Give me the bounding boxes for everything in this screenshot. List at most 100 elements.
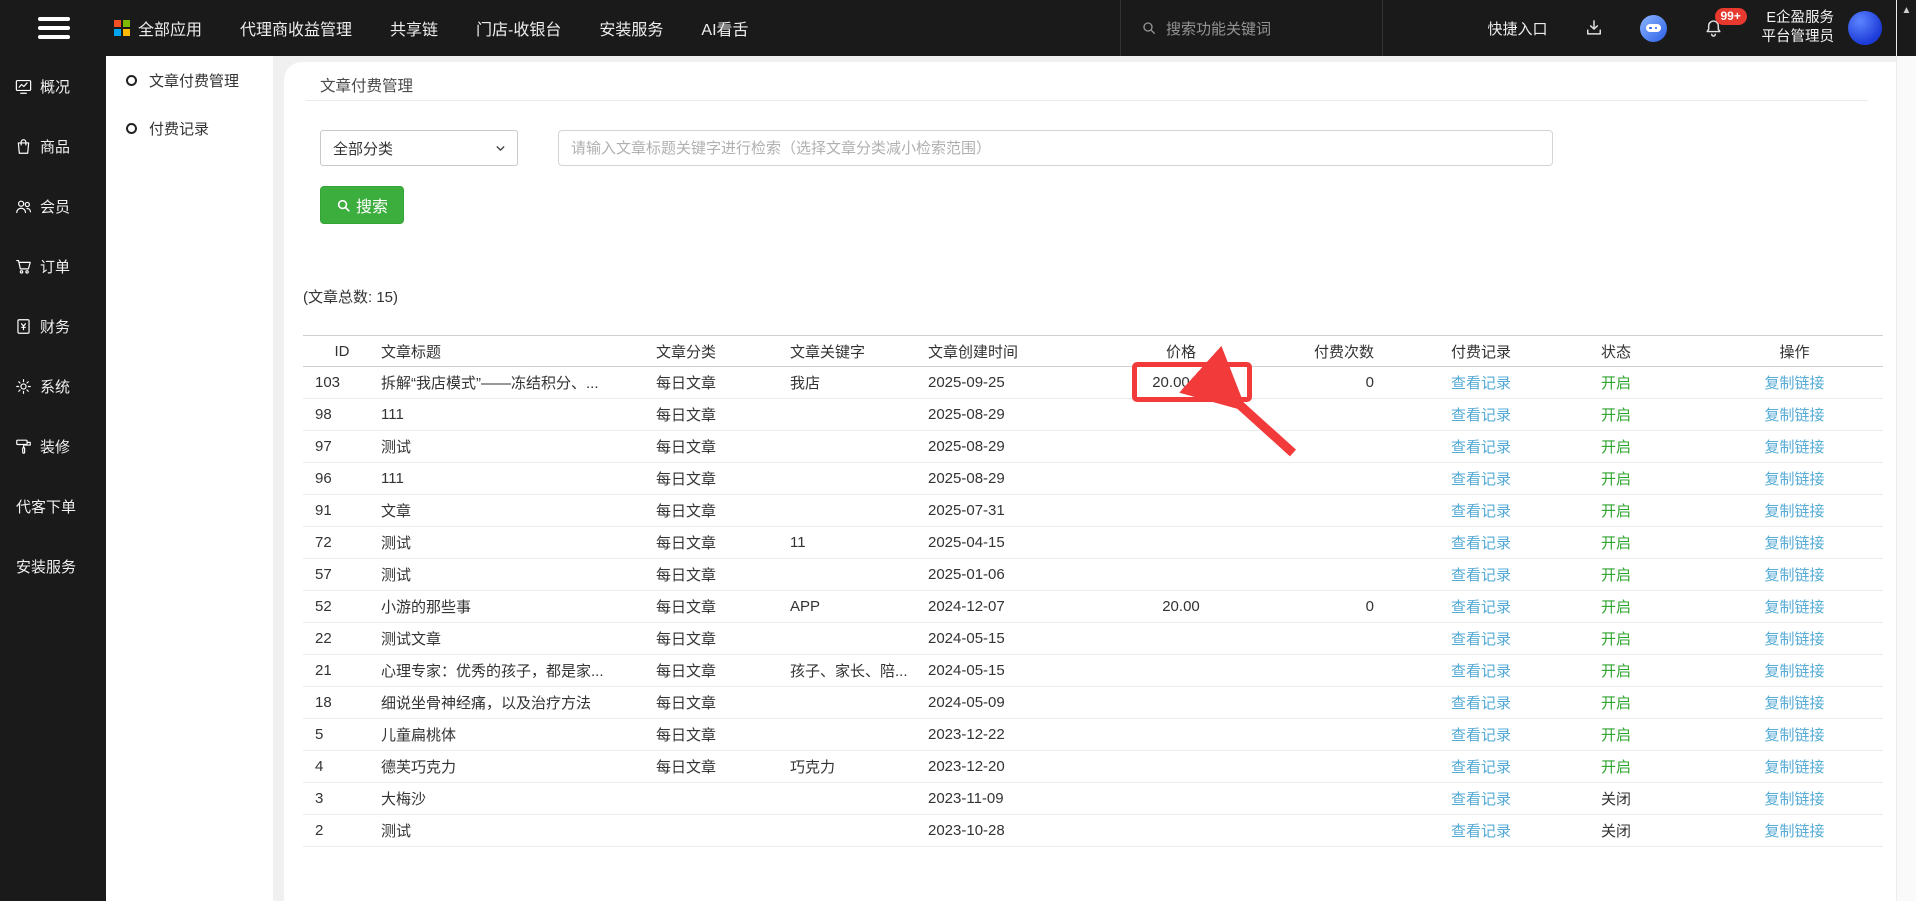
cell-id: 103 — [303, 367, 381, 399]
copy-link-action[interactable]: 复制链接 — [1764, 599, 1824, 616]
sidebar-item-3[interactable]: 会员 — [0, 176, 106, 236]
table-row: 3大梅沙2023-11-09查看记录关闭复制链接 — [303, 783, 1883, 815]
view-record-link[interactable]: 查看记录 — [1451, 663, 1511, 680]
sidebar-item-8[interactable]: 代客下单 — [0, 476, 106, 536]
cell-price — [1106, 527, 1256, 559]
nav-item-1[interactable]: 代理商收益管理 — [240, 16, 352, 40]
cell-price — [1106, 687, 1256, 719]
copy-link-action[interactable]: 复制链接 — [1764, 407, 1824, 424]
submenu-item-1[interactable]: 文章付费管理 — [106, 56, 273, 104]
copy-link-action[interactable]: 复制链接 — [1764, 663, 1824, 680]
copy-link-action[interactable]: 复制链接 — [1764, 375, 1824, 392]
view-record-link[interactable]: 查看记录 — [1451, 407, 1511, 424]
sidebar-item-2[interactable]: 商品 — [0, 116, 106, 176]
sidebar-item-5[interactable]: 财务 — [0, 296, 106, 356]
cell-title: 测试文章 — [381, 623, 656, 655]
cell-record: 查看记录 — [1406, 751, 1556, 783]
quick-entry-link[interactable]: 快捷入口 — [1487, 18, 1547, 39]
cell-category: 每日文章 — [656, 623, 790, 655]
content-panel: 文章付费管理 全部分类 搜索 (文章总数: 15) ID文章标题文章分类文章关键… — [284, 62, 1896, 901]
nav-item-5[interactable]: AI看舌 — [701, 16, 748, 40]
cell-keyword — [790, 623, 928, 655]
cell-created: 2024-12-07 — [928, 591, 1106, 623]
article-table-body: 103拆解“我店模式”——冻结积分、...每日文章我店2025-09-2520.… — [303, 367, 1883, 847]
scrollbar-up-arrow[interactable]: ▲ — [1902, 5, 1912, 56]
cell-title: 拆解“我店模式”——冻结积分、... — [381, 367, 656, 399]
cell-category: 每日文章 — [656, 559, 790, 591]
nav-item-all-apps[interactable]: 全部应用 — [114, 16, 202, 40]
account-info[interactable]: E企盈服务 平台管理员 — [1762, 9, 1835, 47]
scrollbar[interactable]: ▲ — [1896, 0, 1916, 901]
search-icon — [336, 198, 351, 213]
view-record-link[interactable]: 查看记录 — [1451, 439, 1511, 456]
cell-id: 4 — [303, 751, 381, 783]
cell-record: 查看记录 — [1406, 687, 1556, 719]
cell-record: 查看记录 — [1406, 367, 1556, 399]
cell-keyword: 孩子、家长、陪... — [790, 655, 928, 687]
sidebar-item-9[interactable]: 安装服务 — [0, 536, 106, 596]
view-record-link[interactable]: 查看记录 — [1451, 759, 1511, 776]
total-count: (文章总数: 15) — [303, 286, 398, 307]
notifications-button[interactable]: 99+ — [1703, 18, 1724, 39]
cell-status: 开启 — [1556, 719, 1706, 751]
cell-category: 每日文章 — [656, 719, 790, 751]
cell-status: 开启 — [1556, 495, 1706, 527]
view-record-link[interactable]: 查看记录 — [1451, 535, 1511, 552]
view-record-link[interactable]: 查看记录 — [1451, 503, 1511, 520]
view-record-link[interactable]: 查看记录 — [1451, 823, 1511, 840]
copy-link-action[interactable]: 复制链接 — [1764, 439, 1824, 456]
copy-link-action[interactable]: 复制链接 — [1764, 631, 1824, 648]
status-badge: 开启 — [1601, 727, 1631, 744]
submenu-item-label: 文章付费管理 — [149, 70, 239, 91]
cell-id: 3 — [303, 783, 381, 815]
copy-link-action[interactable]: 复制链接 — [1764, 759, 1824, 776]
nav-item-2[interactable]: 共享链 — [390, 16, 438, 40]
copy-link-action[interactable]: 复制链接 — [1764, 823, 1824, 840]
edit-price-icon[interactable] — [1196, 375, 1210, 389]
cell-title: 111 — [381, 463, 656, 495]
status-badge: 开启 — [1601, 535, 1631, 552]
view-record-link[interactable]: 查看记录 — [1451, 567, 1511, 584]
cell-price — [1106, 751, 1256, 783]
keyword-input[interactable] — [558, 130, 1553, 166]
cell-title: 测试 — [381, 527, 656, 559]
cell-status: 开启 — [1556, 463, 1706, 495]
view-record-link[interactable]: 查看记录 — [1451, 471, 1511, 488]
cell-created: 2025-04-15 — [928, 527, 1106, 559]
copy-link-action[interactable]: 复制链接 — [1764, 567, 1824, 584]
category-select[interactable]: 全部分类 — [320, 130, 518, 166]
topbar-search[interactable]: 搜索功能关键词 — [1120, 0, 1383, 56]
nav-item-3[interactable]: 门店-收银台 — [476, 16, 561, 40]
sidebar-item-4[interactable]: 订单 — [0, 236, 106, 296]
avatar[interactable] — [1848, 11, 1882, 45]
secondary-sidebar: 文章付费管理付费记录 — [106, 56, 273, 901]
sidebar-item-7[interactable]: 装修 — [0, 416, 106, 476]
cell-id: 96 — [303, 463, 381, 495]
view-record-link[interactable]: 查看记录 — [1451, 599, 1511, 616]
view-record-link[interactable]: 查看记录 — [1451, 631, 1511, 648]
sidebar-item-label: 商品 — [40, 136, 70, 157]
hamburger-menu-icon[interactable] — [38, 12, 70, 44]
search-button[interactable]: 搜索 — [320, 186, 404, 224]
view-record-link[interactable]: 查看记录 — [1451, 375, 1511, 392]
nav-item-4[interactable]: 安装服务 — [599, 16, 663, 40]
copy-link-action[interactable]: 复制链接 — [1764, 727, 1824, 744]
cell-id: 91 — [303, 495, 381, 527]
copy-link-action[interactable]: 复制链接 — [1764, 535, 1824, 552]
copy-link-action[interactable]: 复制链接 — [1764, 503, 1824, 520]
ai-assistant-icon[interactable] — [1640, 15, 1667, 42]
cell-created: 2023-12-22 — [928, 719, 1106, 751]
download-icon[interactable] — [1584, 18, 1604, 38]
copy-link-action[interactable]: 复制链接 — [1764, 471, 1824, 488]
sidebar-item-6[interactable]: 系统 — [0, 356, 106, 416]
submenu-item-2[interactable]: 付费记录 — [106, 104, 273, 152]
view-record-link[interactable]: 查看记录 — [1451, 727, 1511, 744]
content-area: 文章付费管理 全部分类 搜索 (文章总数: 15) ID文章标题文章分类文章关键… — [273, 56, 1896, 901]
view-record-link[interactable]: 查看记录 — [1451, 791, 1511, 808]
sidebar-item-1[interactable]: 概况 — [0, 56, 106, 116]
copy-link-action[interactable]: 复制链接 — [1764, 695, 1824, 712]
table-row: 18细说坐骨神经痛，以及治疗方法每日文章2024-05-09查看记录开启复制链接 — [303, 687, 1883, 719]
cell-price — [1106, 783, 1256, 815]
copy-link-action[interactable]: 复制链接 — [1764, 791, 1824, 808]
view-record-link[interactable]: 查看记录 — [1451, 695, 1511, 712]
